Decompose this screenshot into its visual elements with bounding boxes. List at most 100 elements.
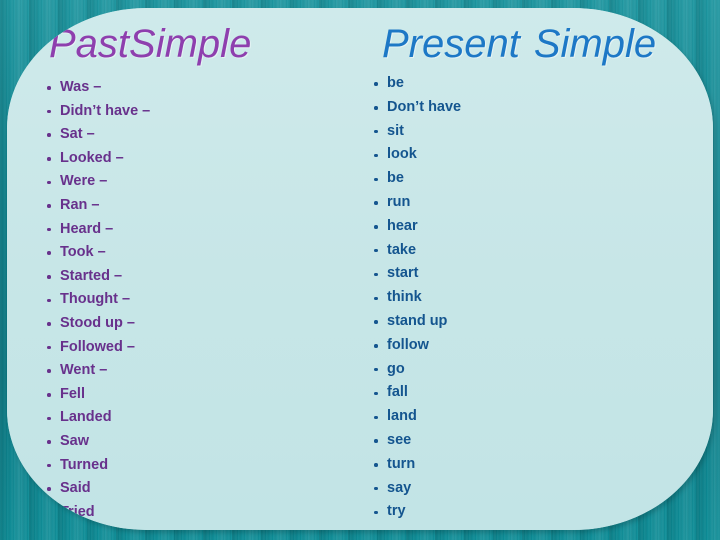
bullet-icon (374, 177, 378, 182)
bullet-icon (47, 487, 51, 491)
list-item: follow (374, 334, 461, 358)
list-item: Saw (47, 430, 150, 454)
bullet-icon (374, 106, 378, 110)
bullet-icon (374, 510, 378, 515)
list-item: say (374, 477, 461, 501)
bullet-icon (374, 296, 378, 301)
list-item: Thought – (47, 288, 150, 312)
bullet-icon (47, 251, 51, 255)
list-item-label: follow (387, 336, 429, 353)
bullet-icon (47, 369, 51, 373)
bullet-icon (374, 248, 378, 253)
list-item-label: Saw (60, 432, 90, 449)
slide-canvas: PastSimple Present Simple Was – Didn’t hav… (0, 0, 720, 540)
bullet-icon (47, 298, 51, 303)
list-item-label: run (387, 193, 411, 210)
list-item: see (374, 429, 461, 453)
content-panel-surface: PastSimple Present Simple Was – Didn’t hav… (7, 8, 713, 530)
past-simple-title-word2: Simple (129, 22, 252, 66)
list-item-label: go (387, 360, 405, 377)
bullet-icon (47, 157, 51, 161)
past-simple-list: Was – Didn’t have – Sat – Looked – Were – Ran… (47, 76, 150, 524)
bullet-icon (374, 344, 378, 348)
bullet-icon (47, 322, 51, 326)
list-item-label: be (387, 75, 404, 91)
bullet-icon (374, 320, 378, 324)
bullet-icon (374, 415, 378, 420)
bullet-icon (47, 109, 51, 114)
present-simple-list: be Don’t have sit look be run hear take start thi… (374, 72, 461, 524)
list-item: Said (47, 477, 150, 501)
list-item: go (374, 358, 461, 382)
bullet-icon (374, 153, 378, 158)
list-item: run (374, 191, 461, 215)
present-simple-title-word2: Simple (533, 22, 657, 66)
list-item-label: Turned (60, 456, 109, 473)
list-item-label: Tried (60, 503, 95, 520)
bullet-icon (47, 510, 51, 515)
list-item: Followed – (47, 336, 150, 360)
list-item-label: Went – (60, 362, 108, 379)
list-item: look (374, 143, 461, 167)
list-item-label: Landed (60, 409, 112, 426)
list-item: hear (374, 215, 461, 239)
list-item: Stood up – (47, 312, 150, 336)
list-item-label: Started – (60, 267, 123, 284)
bullet-icon (374, 129, 378, 134)
list-item: Took – (47, 241, 150, 265)
list-item: start (374, 262, 461, 286)
list-item-label: Don’t have (387, 98, 462, 115)
present-simple-title-word1: Present (382, 22, 520, 66)
list-item: be (374, 167, 461, 191)
list-item-label: look (387, 146, 417, 163)
list-item: Was – (47, 76, 150, 100)
list-item: Don’t have (374, 96, 461, 120)
list-item-label: take (387, 241, 417, 258)
list-item: Tried (47, 501, 150, 525)
list-item-label: Was – (60, 79, 102, 95)
list-item: Ran – (47, 194, 150, 218)
bullet-icon (374, 486, 378, 491)
list-item-label: Sat – (60, 126, 95, 143)
bullet-icon (47, 463, 51, 468)
list-item: Fell (47, 383, 150, 407)
bullet-icon (374, 82, 378, 86)
list-item: take (374, 239, 461, 263)
list-item-label: hear (387, 217, 418, 234)
list-item-label: Stood up – (60, 314, 135, 331)
list-item: be (374, 72, 461, 96)
list-item: Were – (47, 170, 150, 194)
list-item-label: turn (387, 455, 416, 472)
bullet-icon (374, 272, 378, 277)
list-item: Turned (47, 454, 150, 478)
bullet-icon (47, 86, 51, 90)
content-panel: PastSimple Present Simple Was – Didn’t hav… (7, 8, 713, 530)
list-item: think (374, 286, 461, 310)
bullet-icon (374, 201, 378, 205)
list-item-label: Looked – (60, 149, 124, 166)
list-item: land (374, 405, 461, 429)
list-item-label: start (387, 265, 419, 282)
list-item-label: Said (60, 480, 91, 497)
list-item-label: think (387, 289, 422, 306)
list-item-label: stand up (387, 312, 448, 329)
list-item: turn (374, 453, 461, 477)
bullet-icon (374, 463, 378, 467)
list-item-label: Followed – (60, 338, 135, 355)
list-item-label: say (387, 479, 412, 496)
list-item: sit (374, 120, 461, 144)
bullet-icon (47, 275, 51, 279)
bullet-icon (47, 440, 51, 444)
list-item-label: see (387, 431, 412, 448)
list-item: Went – (47, 359, 150, 383)
list-item: Heard – (47, 218, 150, 242)
list-item: Started – (47, 265, 150, 289)
list-item-label: Took – (60, 244, 106, 261)
list-item: Landed (47, 406, 150, 430)
list-item-label: land (387, 408, 417, 425)
list-item: try (374, 500, 461, 524)
list-item-label: Thought – (60, 291, 131, 308)
list-item-label: Didn’t have – (60, 102, 151, 119)
present-simple-title: Present Simple (382, 24, 656, 64)
bullet-icon (47, 416, 51, 421)
